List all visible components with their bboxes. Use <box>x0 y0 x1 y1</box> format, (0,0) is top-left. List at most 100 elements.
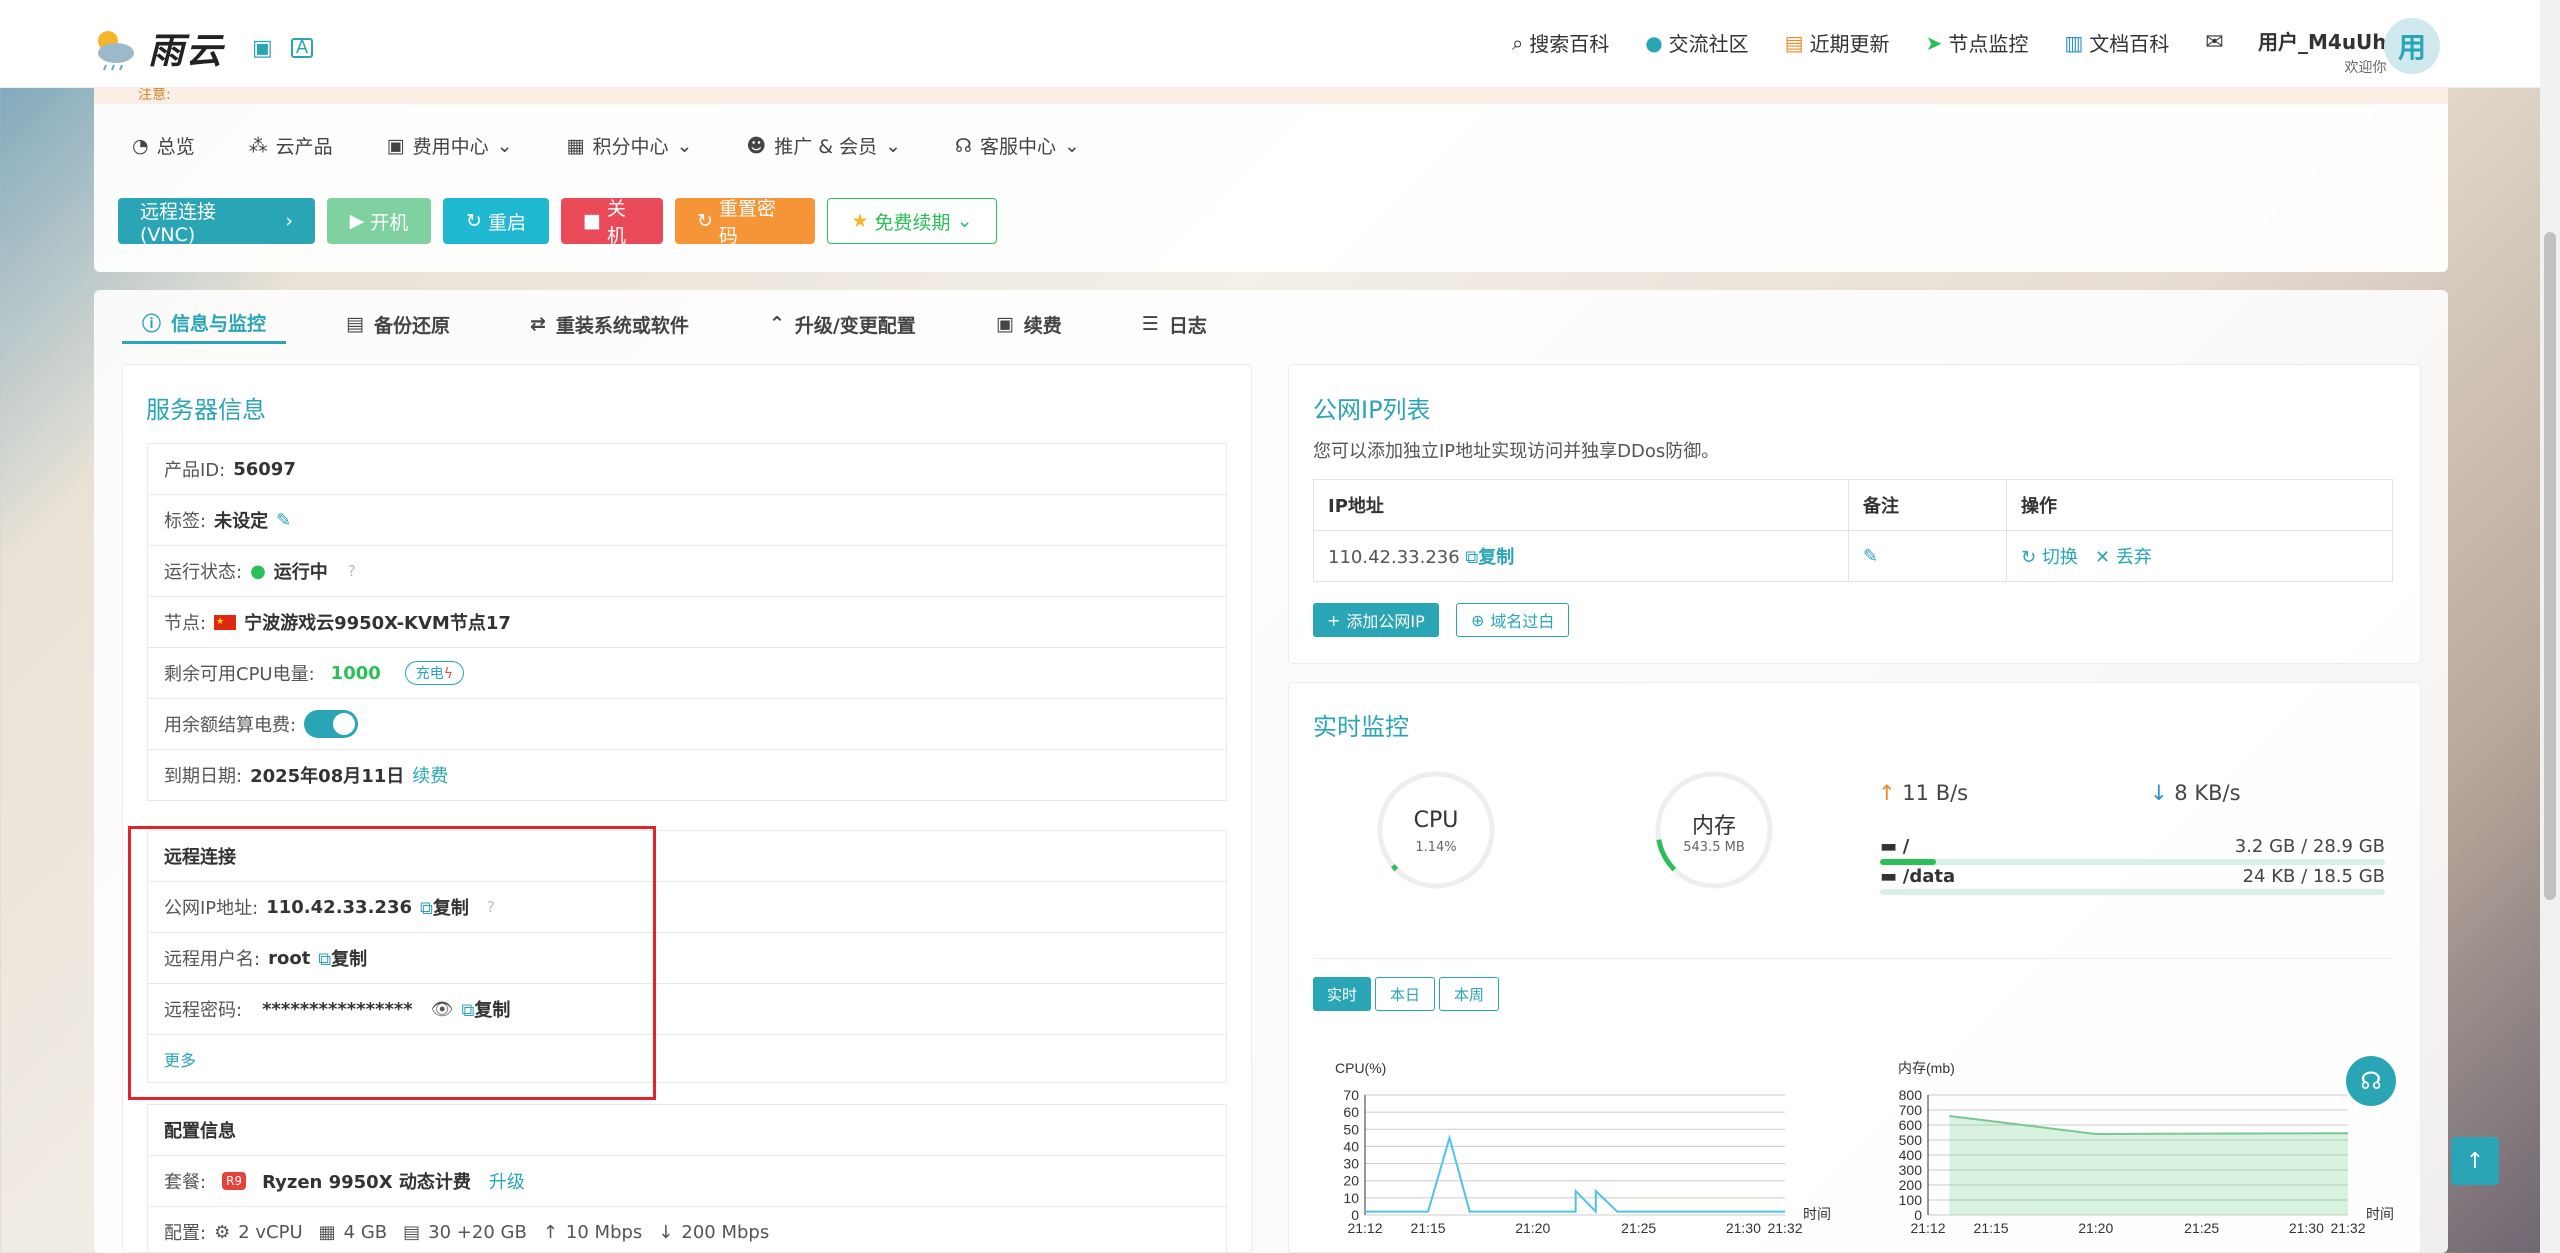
community-icon: ● <box>1645 30 1663 55</box>
copy-ip-button[interactable]: ⧉复制 <box>1465 547 1514 568</box>
x-tick-label: 21:20 <box>2078 1220 2113 1236</box>
range-today[interactable]: 本日 <box>1375 977 1436 1011</box>
menu-billing[interactable]: ▣ 费用中心 ⌄ <box>387 132 513 159</box>
disk-root-progress <box>1880 859 1936 865</box>
nav-search[interactable]: ⌕ 搜索百科 <box>1512 28 1609 57</box>
abandon-ip-button[interactable]: ✕ 丢弃 <box>2095 547 2152 568</box>
brand-name: 雨云 <box>148 31 225 72</box>
vnc-button[interactable]: 远程连接(VNC) › <box>118 198 315 246</box>
nav-community[interactable]: ● 交流社区 <box>1645 28 1748 57</box>
plane-icon: ➤ <box>1925 30 1943 55</box>
copy-icon: ⧉ <box>1465 547 1479 568</box>
plan-row: 套餐: R9 Ryzen 9950X 动态计费 升级 <box>147 1156 1227 1207</box>
tab-backup[interactable]: ▤ 备份还原 <box>326 304 470 344</box>
chart-title: CPU(%) <box>1335 1060 1386 1076</box>
dashboard-icon: ◔ <box>132 134 149 157</box>
users-icon: ☻ <box>746 134 767 157</box>
mail-icon[interactable]: ✉ <box>2205 30 2223 55</box>
ip-table: IP地址 备注 操作 110.42.33.236 ⧉复制 ✎ ↻ 切换 ✕ 丢弃 <box>1313 479 2393 582</box>
chevron-down-icon: ⌄ <box>1063 134 1080 157</box>
range-tabs: 实时 本日 本周 <box>1313 977 1500 1011</box>
menu-support[interactable]: ☊ 客服中心 ⌄ <box>955 132 1080 159</box>
range-realtime[interactable]: 实时 <box>1313 977 1372 1011</box>
chevron-right-icon: › <box>285 210 293 232</box>
reset-password-button[interactable]: ↻ 重置密码 <box>675 198 815 247</box>
arrow-up-icon: ↑ <box>1878 781 1896 805</box>
support-float-button[interactable]: ☊ <box>2346 1056 2396 1106</box>
menu-referral[interactable]: ☻ 推广 & 会员 ⌄ <box>746 132 901 159</box>
chart-title: 内存(mb) <box>1898 1060 1955 1076</box>
refresh-icon: ↻ <box>466 210 482 232</box>
chevron-down-icon: ⌄ <box>496 134 513 157</box>
x-tick-label: 21:12 <box>1347 1220 1382 1236</box>
shutdown-button[interactable]: ■ 关机 <box>561 198 663 247</box>
top-nav: ⌕ 搜索百科 ● 交流社区 ▤ 近期更新 ➤ 节点监控 ▥ 文档百科 ✉ <box>1512 28 2224 57</box>
nav-docs[interactable]: ▥ 文档百科 <box>2064 28 2169 57</box>
tab-log[interactable]: ☰ 日志 <box>1122 304 1227 344</box>
add-ip-button[interactable]: + 添加公网IP <box>1313 603 1439 637</box>
balance-toggle[interactable] <box>304 710 359 738</box>
edit-note-icon[interactable]: ✎ <box>1863 546 1878 567</box>
nav-node-monitor[interactable]: ➤ 节点监控 <box>1926 28 2029 57</box>
brand-logo[interactable]: 雨云 ▣ A <box>92 22 314 74</box>
domain-whitelist-button[interactable]: ⊕ 域名过白 <box>1456 603 1570 637</box>
refresh-icon: ↻ <box>697 210 713 232</box>
balance-row: 用余额结算电费: <box>147 699 1227 750</box>
chevron-down-icon: ⌄ <box>676 134 693 157</box>
user-info[interactable]: 用户_M4uUh 欢迎你 <box>2258 26 2387 77</box>
start-button[interactable]: ▶ 开机 <box>327 198 431 244</box>
x-tick-label: 21:30 <box>1726 1220 1761 1236</box>
y-tick-label: 10 <box>1343 1190 1359 1206</box>
divider <box>1313 958 2393 959</box>
tag-row: 标签: 未设定 ✎ <box>147 495 1227 546</box>
refresh-icon: ↻ <box>2021 547 2037 568</box>
free-renew-button[interactable]: ★ 免费续期 ⌄ <box>827 198 997 244</box>
avatar[interactable]: 用 <box>2384 18 2440 74</box>
charge-button[interactable]: 充电ϟ <box>404 661 465 685</box>
tab-info[interactable]: ⓘ 信息与监控 <box>122 304 287 344</box>
arrow-down-icon: ↓ <box>658 1221 674 1243</box>
upgrade-link[interactable]: 升级 <box>489 1168 525 1194</box>
edit-icon[interactable]: ✎ <box>276 510 291 531</box>
tab-upgrade[interactable]: ⌃ 升级/变更配置 <box>749 304 936 344</box>
scrollbar[interactable] <box>2540 0 2560 1253</box>
cubes-icon: ⁂ <box>248 134 268 157</box>
ip-list-title: 公网IP列表 <box>1313 396 1431 424</box>
arrow-up-icon: ↑ <box>542 1221 558 1243</box>
y-tick-label: 100 <box>1899 1192 1923 1208</box>
menu-products[interactable]: ⁂ 云产品 <box>249 132 333 159</box>
range-week[interactable]: 本周 <box>1439 977 1500 1011</box>
help-icon[interactable]: ? <box>348 562 356 580</box>
series-area <box>1949 1116 2348 1215</box>
image-icon[interactable]: ▣ <box>252 36 273 61</box>
translate-icon[interactable]: A <box>290 38 314 58</box>
back-to-top-button[interactable]: ↑ <box>2451 1137 2499 1185</box>
tab-reinstall[interactable]: ⇄ 重装系统或软件 <box>510 304 709 344</box>
user-name: 用户_M4uUh <box>2258 30 2387 54</box>
tab-renew[interactable]: ▣ 续费 <box>976 304 1082 344</box>
action-buttons: 远程连接(VNC) › ▶ 开机 ↻ 重启 ■ 关机 ↻ 重置密码 ★ 免费续期 ⌄ <box>118 198 997 247</box>
play-icon: ▶ <box>349 210 365 232</box>
chevron-down-icon: ⌄ <box>885 134 902 157</box>
detail-tabs: ⓘ 信息与监控 ▤ 备份还原 ⇄ 重装系统或软件 ⌃ 升级/变更配置 ▣ 续费 ☰ 日志 <box>122 304 1227 344</box>
y-tick-label: 50 <box>1343 1121 1359 1137</box>
x-tick-label: 21:15 <box>1974 1220 2009 1236</box>
x-tick-label: 21:30 <box>2289 1220 2324 1236</box>
x-axis-label: 时间 <box>2366 1206 2394 1222</box>
angles-up-icon: ⌃ <box>768 313 785 335</box>
globe-icon: ⊕ <box>1471 610 1485 630</box>
x-tick-label: 21:15 <box>1411 1220 1446 1236</box>
money-icon: ▣ <box>995 313 1014 335</box>
status-row: 运行状态: ● 运行中? <box>147 546 1227 597</box>
menu-points[interactable]: ▦ 积分中心 ⌄ <box>567 132 693 159</box>
user-welcome: 欢迎你 <box>2344 60 2387 76</box>
switch-ip-button[interactable]: ↻ 切换 <box>2021 547 2078 568</box>
memory-gauge: 内存 543.5 MB <box>1654 770 1774 895</box>
nav-updates[interactable]: ▤ 近期更新 <box>1785 28 1890 57</box>
menu-overview[interactable]: ◔ 总览 <box>132 132 195 159</box>
search-icon: ⌕ <box>1512 30 1524 55</box>
node-row: 节点: ★ 宁波游戏云9950X-KVM节点17 <box>147 597 1227 648</box>
renew-link[interactable]: 续费 <box>412 762 448 788</box>
restart-button[interactable]: ↻ 重启 <box>443 198 549 244</box>
y-tick-label: 800 <box>1899 1087 1923 1103</box>
